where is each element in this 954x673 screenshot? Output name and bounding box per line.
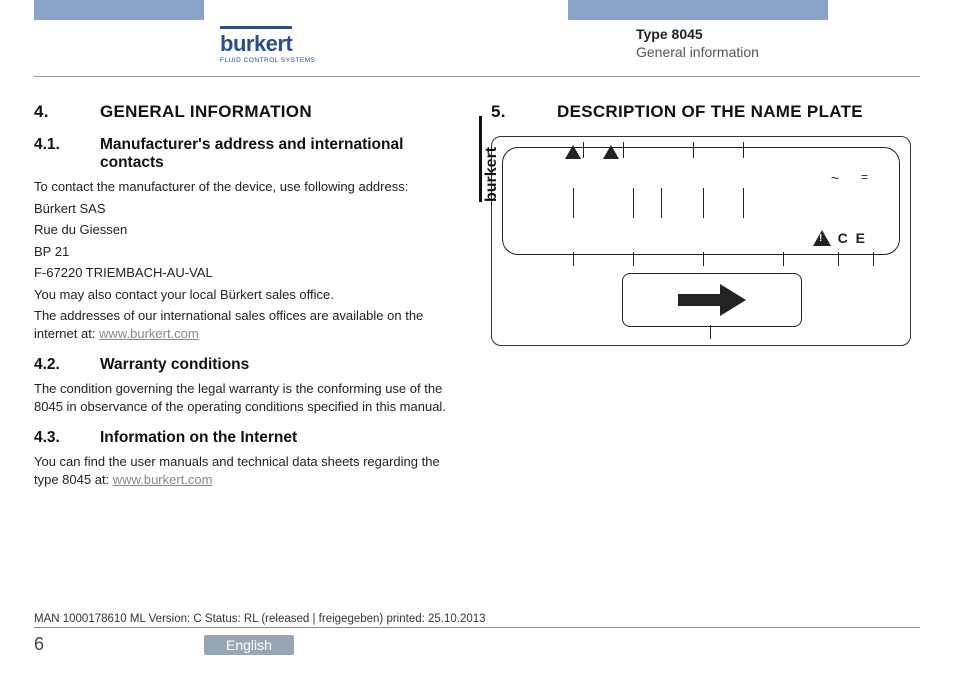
callout-tick (633, 252, 634, 266)
page-header: burkert FLUID CONTROL SYSTEMS Type 8045 … (0, 0, 954, 78)
section-title: DESCRIPTION OF THE NAME PLATE (557, 102, 920, 122)
address-line: BP 21 (34, 243, 463, 261)
paragraph-text: You can find the user manuals and techni… (34, 454, 440, 487)
paragraph: You can find the user manuals and techni… (34, 453, 463, 488)
burkert-link[interactable]: www.burkert.com (99, 326, 199, 341)
nameplate-figure: burkert ~ = (491, 136, 911, 346)
paragraph-text: The addresses of our international sales… (34, 308, 423, 341)
brand-logo-text: burkert (220, 26, 292, 57)
page-footer: MAN 1000178610 ML Version: C Status: RL … (34, 613, 920, 655)
paragraph: The condition governing the legal warran… (34, 380, 463, 415)
doc-type: Type 8045 (636, 26, 759, 42)
callout-tick (710, 325, 711, 339)
header-accent-right (568, 0, 828, 20)
burkert-link[interactable]: www.burkert.com (113, 472, 213, 487)
subsection-title: Warranty conditions (100, 356, 463, 374)
warning-icon (813, 230, 831, 246)
subsection-4-1-heading: 4.1. Manufacturer's address and internat… (34, 136, 463, 172)
callout-tick (573, 252, 574, 266)
nameplate-brand-vertical: burkert (509, 156, 529, 246)
triangle-icon (565, 145, 581, 159)
section-title: GENERAL INFORMATION (100, 102, 463, 122)
doc-title-block: Type 8045 General information (636, 26, 759, 60)
language-badge: English (204, 635, 294, 655)
subsection-title: Manufacturer's address and international… (100, 136, 463, 172)
nameplate-outline: burkert ~ = (502, 147, 900, 255)
callout-tick (873, 252, 874, 266)
subsection-title: Information on the Internet (100, 429, 463, 447)
subsection-number: 4.1. (34, 136, 100, 172)
left-column: 4. GENERAL INFORMATION 4.1. Manufacturer… (34, 102, 463, 493)
header-rule (34, 76, 920, 77)
header-accent-left (34, 0, 204, 20)
callout-tick (838, 252, 839, 266)
nameplate-brand-text: burkert (479, 116, 501, 202)
doc-section: General information (636, 44, 759, 60)
section-4-heading: 4. GENERAL INFORMATION (34, 102, 463, 122)
page-number: 6 (34, 634, 204, 655)
content-columns: 4. GENERAL INFORMATION 4.1. Manufacturer… (34, 102, 920, 493)
callout-ticks-top (583, 142, 879, 154)
triangle-icon (603, 145, 619, 159)
paragraph: You may also contact your local Bürkert … (34, 286, 463, 304)
paragraph: The addresses of our international sales… (34, 307, 463, 342)
section-number: 4. (34, 102, 100, 122)
footer-meta: MAN 1000178610 ML Version: C Status: RL … (34, 613, 920, 628)
flow-direction-label (622, 273, 802, 327)
arrow-right-icon (720, 284, 746, 316)
dc-symbol-icon: = (861, 170, 867, 184)
callout-tick (783, 252, 784, 266)
section-5-heading: 5. DESCRIPTION OF THE NAME PLATE (491, 102, 920, 122)
address-line: Bürkert SAS (34, 200, 463, 218)
arrow-shaft (678, 294, 722, 306)
ce-mark-icon: C E (838, 230, 867, 246)
brand-logo: burkert FLUID CONTROL SYSTEMS (220, 26, 330, 64)
subsection-number: 4.3. (34, 429, 100, 447)
address-line: F-67220 TRIEMBACH-AU-VAL (34, 264, 463, 282)
subsection-number: 4.2. (34, 356, 100, 374)
subsection-4-3-heading: 4.3. Information on the Internet (34, 429, 463, 447)
ac-symbol-icon: ~ (831, 170, 839, 186)
subsection-4-2-heading: 4.2. Warranty conditions (34, 356, 463, 374)
right-column: 5. DESCRIPTION OF THE NAME PLATE burkert… (491, 102, 920, 493)
paragraph: To contact the manufacturer of the devic… (34, 178, 463, 196)
address-line: Rue du Giessen (34, 221, 463, 239)
callout-tick (703, 252, 704, 266)
brand-logo-tagline: FLUID CONTROL SYSTEMS (220, 57, 330, 64)
